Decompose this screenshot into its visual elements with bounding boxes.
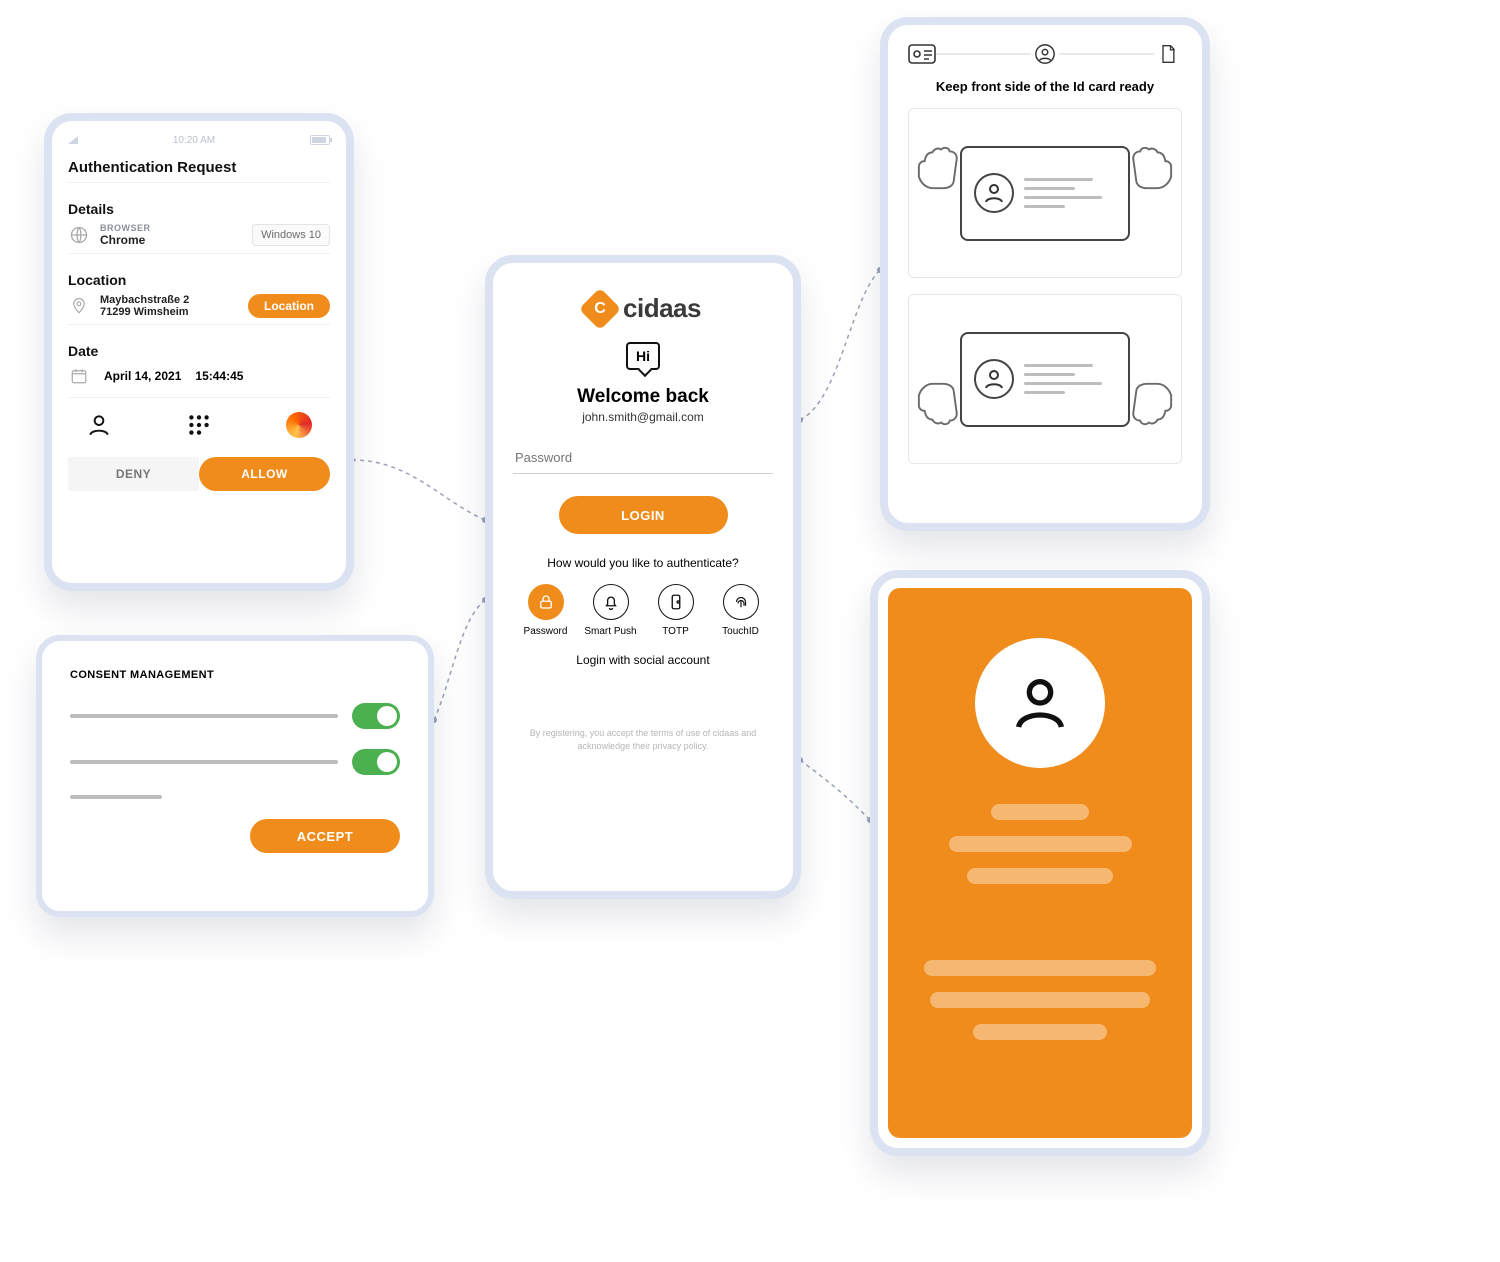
consent-row-3 [70,795,400,799]
placeholder-line [967,868,1113,884]
id-slot-front[interactable] [908,108,1182,278]
password-icon [528,584,564,620]
login-screen: cidaas Hi Welcome back john.smith@gmail.… [485,255,801,899]
profile-avatar [975,638,1105,768]
consent-title: CONSENT MANAGEMENT [70,669,400,681]
terms-text: By registering, you accept the terms of … [513,727,773,752]
phone-key-icon [658,584,694,620]
profile-panel [888,588,1192,1138]
date-value: April 14, 2021 [104,369,181,383]
hand-icon [915,137,973,191]
placeholder-line [70,795,162,799]
user-email: john.smith@gmail.com [513,410,773,424]
status-bar: 10:20 AM [68,131,330,149]
allow-button[interactable]: ALLOW [199,457,330,491]
id-card-screen: Keep front side of the Id card ready [880,17,1210,531]
stepper [908,43,1182,65]
auth-methods: Password Smart Push TOTP TouchID [513,584,773,637]
details-heading: Details [68,201,330,217]
consent-row-2 [70,749,400,775]
fingerprint-icon [723,584,759,620]
method-label: Smart Push [584,626,636,637]
browser-label: BROWSER [100,223,151,233]
accept-button[interactable]: ACCEPT [250,819,400,853]
id-card-step-icon [908,43,936,65]
auth-prompt: How would you like to authenticate? [513,556,773,570]
social-login-text[interactable]: Login with social account [513,653,773,667]
person-step-icon [1031,43,1059,65]
address-line2: 71299 Wimsheim [100,306,189,318]
consent-toggle-1[interactable] [352,703,400,729]
method-touchid[interactable]: TouchID [712,584,770,637]
id-card-illustration [960,332,1130,427]
hand-icon [1117,137,1175,191]
browser-value: Chrome [100,233,151,247]
calendar-icon [68,365,90,387]
auth-request-screen: 10:20 AM Authentication Request Details … [44,113,354,591]
placeholder-line [930,992,1150,1008]
battery-icon [310,135,330,145]
method-smartpush[interactable]: Smart Push [582,584,640,637]
placeholder-line [949,836,1132,852]
signal-icon [68,136,78,144]
factor-row [68,397,330,449]
placeholder-line [70,714,338,718]
auth-title: Authentication Request [68,159,330,176]
id-card-illustration [960,146,1130,241]
avatar-icon [974,359,1014,399]
date-heading: Date [68,343,330,359]
location-button[interactable]: Location [248,294,330,318]
hand-icon [1117,381,1175,435]
pattern-icon[interactable] [186,412,212,443]
method-label: Password [524,626,568,637]
date-row: April 14, 2021 15:44:45 [68,365,330,387]
placeholder-line [70,760,338,764]
consent-screen: CONSENT MANAGEMENT ACCEPT [36,635,434,917]
hi-bubble: Hi [626,342,660,370]
brand-logo-icon [579,287,621,329]
address-line1: Maybachstraße 2 [100,294,189,306]
swirl-icon[interactable] [286,412,312,438]
placeholder-line [924,960,1156,976]
user-icon[interactable] [86,412,112,443]
bell-icon [593,584,629,620]
time-value: 15:44:45 [195,369,243,383]
id-slot-back[interactable] [908,294,1182,464]
login-button[interactable]: LOGIN [559,496,728,534]
profile-screen [870,570,1210,1156]
method-totp[interactable]: TOTP [647,584,705,637]
browser-row: BROWSER Chrome Windows 10 [68,223,330,247]
map-pin-icon [68,295,90,317]
os-chip: Windows 10 [252,224,330,246]
diagram-stage: 10:20 AM Authentication Request Details … [0,0,1500,1262]
consent-toggle-2[interactable] [352,749,400,775]
location-row: Maybachstraße 2 71299 Wimsheim Location [68,294,330,318]
welcome-text: Welcome back [513,386,773,408]
deny-button[interactable]: DENY [68,457,199,491]
id-instruction: Keep front side of the Id card ready [908,79,1182,94]
status-time: 10:20 AM [173,135,215,146]
consent-row-1 [70,703,400,729]
avatar-icon [974,173,1014,213]
method-label: TouchID [722,626,759,637]
placeholder-line [973,1024,1107,1040]
brand-name: cidaas [623,293,701,324]
hand-icon [915,381,973,435]
method-password[interactable]: Password [517,584,575,637]
brand: cidaas [513,293,773,324]
location-heading: Location [68,272,330,288]
password-input[interactable] [513,442,773,474]
globe-icon [68,224,90,246]
method-label: TOTP [662,626,688,637]
document-step-icon [1154,43,1182,65]
placeholder-line [991,804,1089,820]
